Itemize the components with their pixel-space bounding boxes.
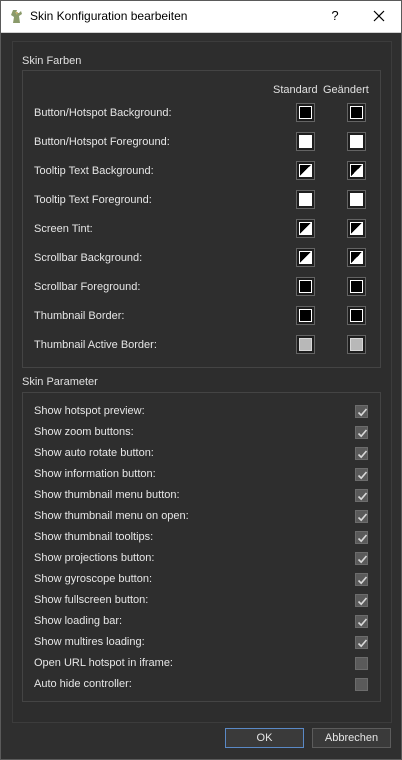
skin-app-icon: [11, 10, 22, 23]
parameter-checkbox[interactable]: [355, 468, 368, 481]
parameter-checkbox[interactable]: [355, 552, 368, 565]
parameter-label: Auto hide controller:: [34, 678, 132, 690]
parameter-checkbox[interactable]: [355, 447, 368, 460]
color-label: Button/Hotspot Foreground:: [34, 136, 170, 148]
color-swatch-fill: [350, 193, 363, 206]
parameter-label: Show information button:: [34, 468, 156, 480]
color-swatch-standard[interactable]: [296, 277, 315, 296]
parameter-checkbox[interactable]: [355, 573, 368, 586]
skin-colors-title: Skin Farben: [22, 55, 82, 67]
parameter-checkbox[interactable]: [355, 594, 368, 607]
color-swatch-standard[interactable]: [296, 103, 315, 122]
cancel-button[interactable]: Abbrechen: [312, 728, 391, 748]
color-swatch-fill: [350, 135, 363, 148]
parameter-checkbox[interactable]: [355, 426, 368, 439]
checkmark-icon: [357, 471, 368, 480]
color-label: Scrollbar Background:: [34, 252, 143, 264]
skin-params-title: Skin Parameter: [22, 376, 98, 388]
color-swatch-changed[interactable]: [347, 161, 366, 180]
color-swatch-fill: [299, 135, 312, 148]
color-label: Scrollbar Foreground:: [34, 281, 141, 293]
checkmark-icon: [357, 513, 368, 522]
close-icon: [373, 10, 385, 22]
parameter-checkbox[interactable]: [355, 636, 368, 649]
color-swatch-fill: [299, 106, 312, 119]
parameter-checkbox[interactable]: [355, 678, 368, 691]
color-label: Button/Hotspot Background:: [34, 107, 172, 119]
parameter-label: Show projections button:: [34, 552, 155, 564]
color-swatch-fill: [350, 338, 363, 351]
window-title: Skin Konfiguration bearbeiten: [30, 9, 188, 23]
title-bar: Skin Konfiguration bearbeiten ?: [1, 1, 401, 33]
checkmark-icon: [357, 576, 368, 585]
color-swatch-fill: [350, 251, 363, 264]
checkmark-icon: [357, 639, 368, 648]
color-swatch-fill: [299, 164, 312, 177]
color-swatch-standard[interactable]: [296, 248, 315, 267]
column-header-standard: Standard: [273, 84, 318, 96]
checkmark-icon: [357, 429, 368, 438]
color-swatch-standard[interactable]: [296, 219, 315, 238]
parameter-label: Show hotspot preview:: [34, 405, 145, 417]
parameter-label: Show loading bar:: [34, 615, 123, 627]
checkmark-icon: [357, 450, 368, 459]
checkmark-icon: [357, 408, 368, 417]
parameter-label: Show zoom buttons:: [34, 426, 134, 438]
color-label: Screen Tint:: [34, 223, 93, 235]
checkmark-icon: [357, 618, 368, 627]
ok-button[interactable]: OK: [225, 728, 304, 748]
color-swatch-standard[interactable]: [296, 161, 315, 180]
parameter-checkbox[interactable]: [355, 510, 368, 523]
color-swatch-standard[interactable]: [296, 190, 315, 209]
color-swatch-fill: [350, 164, 363, 177]
parameter-label: Show multires loading:: [34, 636, 145, 648]
color-swatch-fill: [299, 309, 312, 322]
column-header-changed: Geändert: [323, 84, 369, 96]
parameter-checkbox[interactable]: [355, 405, 368, 418]
color-swatch-changed[interactable]: [347, 248, 366, 267]
color-label: Thumbnail Border:: [34, 310, 125, 322]
checkmark-icon: [357, 555, 368, 564]
parameter-label: Show thumbnail menu button:: [34, 489, 180, 501]
checkmark-icon: [357, 492, 368, 501]
parameter-label: Open URL hotspot in iframe:: [34, 657, 173, 669]
parameter-checkbox[interactable]: [355, 531, 368, 544]
parameter-label: Show gyroscope button:: [34, 573, 153, 585]
checkmark-icon: [357, 534, 368, 543]
color-swatch-fill: [299, 338, 312, 351]
color-swatch-fill: [350, 106, 363, 119]
color-swatch-fill: [299, 222, 312, 235]
color-swatch-fill: [350, 309, 363, 322]
parameter-checkbox[interactable]: [355, 657, 368, 670]
color-swatch-changed[interactable]: [347, 103, 366, 122]
help-button[interactable]: ?: [323, 4, 347, 28]
color-label: Tooltip Text Foreground:: [34, 194, 152, 206]
color-swatch-fill: [350, 222, 363, 235]
parameter-checkbox[interactable]: [355, 489, 368, 502]
color-swatch-standard[interactable]: [296, 306, 315, 325]
color-swatch-standard[interactable]: [296, 335, 315, 354]
color-swatch-fill: [299, 280, 312, 293]
color-swatch-fill: [350, 280, 363, 293]
skin-params-group: [22, 392, 381, 702]
color-swatch-standard[interactable]: [296, 132, 315, 151]
color-swatch-changed[interactable]: [347, 277, 366, 296]
color-swatch-changed[interactable]: [347, 190, 366, 209]
parameter-label: Show thumbnail tooltips:: [34, 531, 154, 543]
checkmark-icon: [357, 597, 368, 606]
dialog-window: Skin Konfiguration bearbeiten ? Skin Far…: [0, 0, 402, 760]
parameter-label: Show thumbnail menu on open:: [34, 510, 189, 522]
color-label: Tooltip Text Background:: [34, 165, 154, 177]
color-swatch-changed[interactable]: [347, 335, 366, 354]
color-swatch-changed[interactable]: [347, 219, 366, 238]
color-label: Thumbnail Active Border:: [34, 339, 157, 351]
color-swatch-changed[interactable]: [347, 132, 366, 151]
parameter-label: Show auto rotate button:: [34, 447, 154, 459]
color-swatch-fill: [299, 251, 312, 264]
color-swatch-changed[interactable]: [347, 306, 366, 325]
close-button[interactable]: [365, 4, 393, 28]
color-swatch-fill: [299, 193, 312, 206]
parameter-label: Show fullscreen button:: [34, 594, 149, 606]
parameter-checkbox[interactable]: [355, 615, 368, 628]
